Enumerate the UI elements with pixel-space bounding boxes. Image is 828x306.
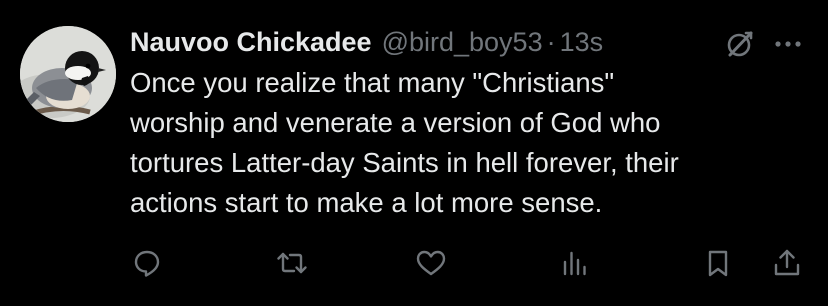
author-display-name[interactable]: Nauvoo Chickadee bbox=[130, 24, 372, 60]
bookmark-button[interactable] bbox=[701, 246, 735, 280]
bookmark-icon bbox=[708, 250, 728, 277]
tweet-timestamp[interactable]: 13s bbox=[560, 24, 604, 60]
chickadee-avatar-icon bbox=[20, 26, 116, 122]
like-button[interactable] bbox=[414, 246, 448, 280]
views-icon bbox=[563, 251, 586, 276]
reply-button[interactable] bbox=[130, 246, 164, 280]
views-button[interactable] bbox=[558, 246, 592, 280]
tweet-text: Once you realize that many "Christians" … bbox=[130, 67, 679, 218]
share-icon bbox=[774, 249, 800, 276]
like-icon bbox=[416, 250, 446, 276]
more-icon[interactable] bbox=[771, 28, 805, 60]
author-avatar[interactable] bbox=[20, 26, 116, 122]
separator-dot: · bbox=[546, 27, 556, 57]
share-button[interactable] bbox=[770, 246, 804, 280]
reply-icon bbox=[134, 250, 160, 277]
retweet-button[interactable] bbox=[275, 246, 309, 280]
tweet-header: Nauvoo Chickadee @bird_boy53 · 13s bbox=[130, 24, 603, 60]
retweet-icon bbox=[277, 252, 307, 274]
tweet-card[interactable]: Nauvoo Chickadee @bird_boy53 · 13s Once … bbox=[0, 0, 828, 306]
author-handle[interactable]: @bird_boy53 bbox=[382, 24, 543, 60]
grok-icon[interactable] bbox=[724, 28, 756, 60]
